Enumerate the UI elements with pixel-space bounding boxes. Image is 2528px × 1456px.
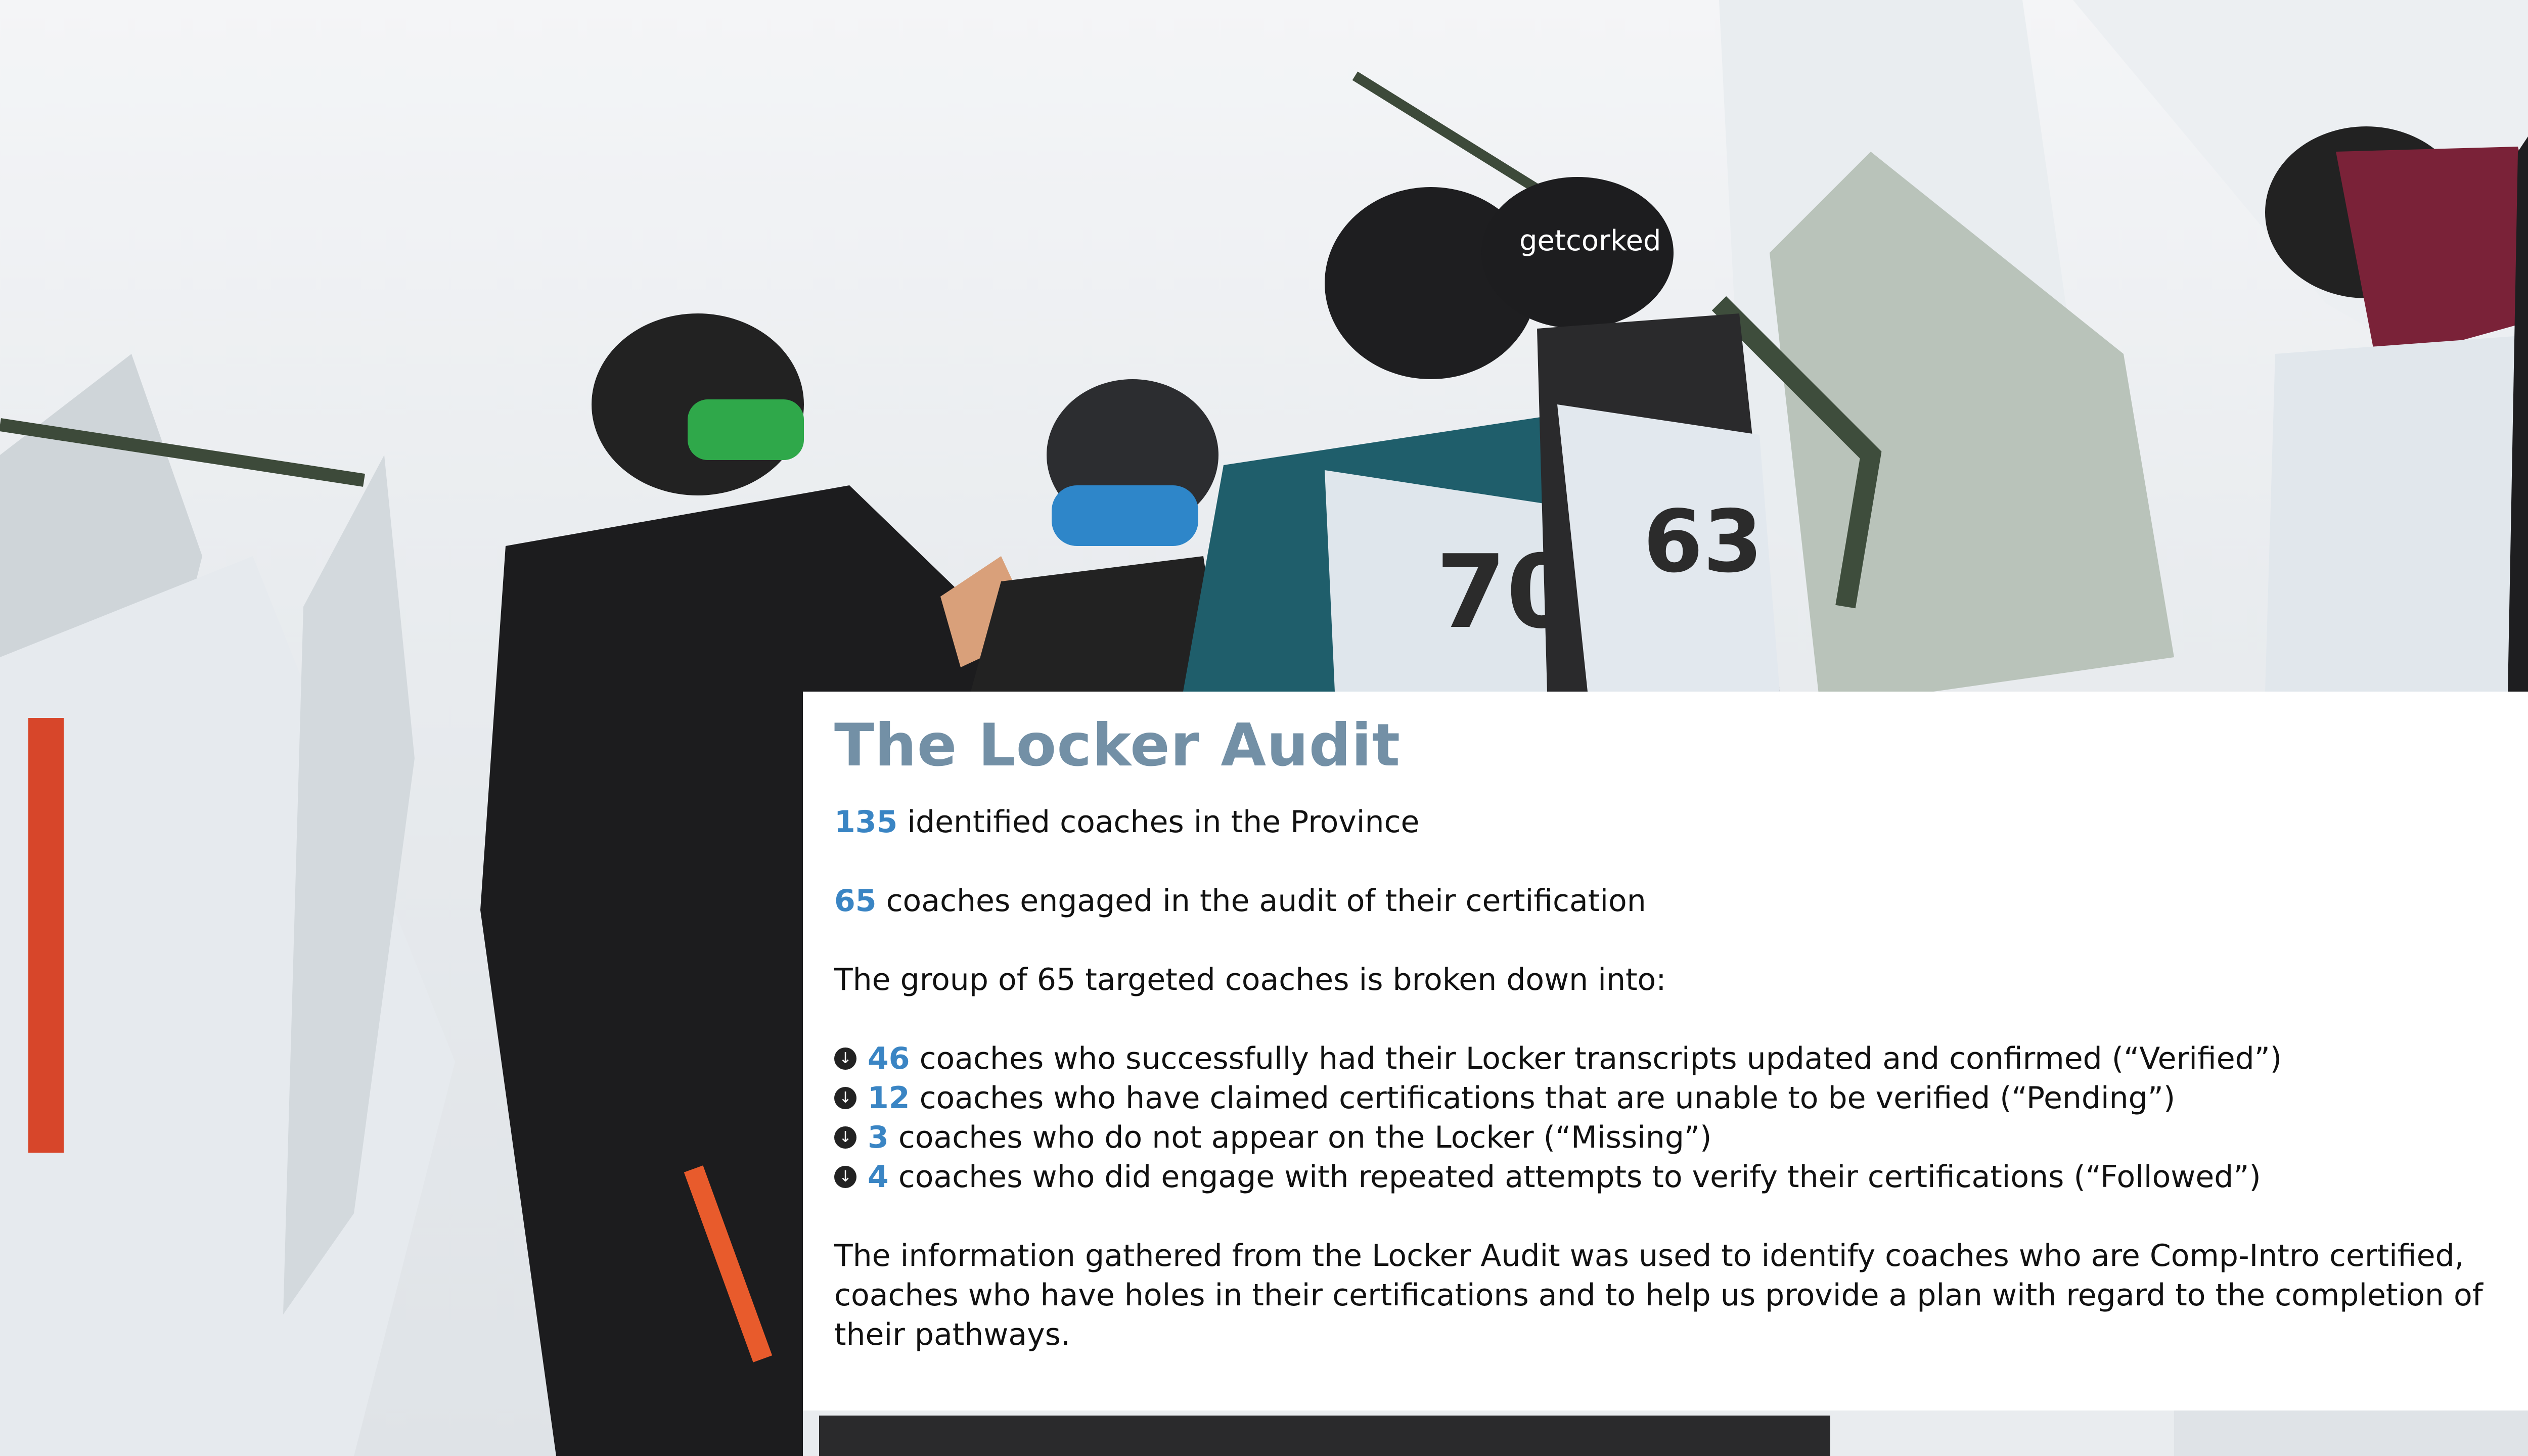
svg-text:getcorked: getcorked [1519,224,1661,257]
page-title: The Locker Audit [834,711,1401,780]
stat-identified-coaches: 135 identified coaches in the Province [834,802,2508,842]
bullet-pending: ↓ 12 coaches who have claimed certificat… [834,1078,2508,1118]
bullet-number: 12 [868,1080,910,1116]
stat-number: 135 [834,804,898,840]
breakdown-intro: The group of 65 targeted coaches is brok… [834,962,1666,998]
locker-audit-card: The Locker Audit 135 identified coaches … [803,692,2528,1410]
stat-label: identified coaches in the Province [897,804,1420,840]
bullet-followed: ↓ 4 coaches who did engage with repeated… [834,1157,2508,1197]
bullet-missing: ↓ 3 coaches who do not appear on the Loc… [834,1118,2508,1157]
stat-number: 65 [834,883,877,919]
bullet-number: 4 [868,1159,889,1195]
svg-text:63: 63 [1643,492,1763,592]
bullet-label: coaches who have claimed certifications … [910,1080,2176,1116]
bullet-label: coaches who do not appear on the Locker … [888,1120,1712,1156]
bullet-number: 46 [868,1041,910,1077]
bullet-number: 3 [868,1120,889,1156]
bullet-verified: ↓ 46 coaches who successfully had their … [834,1039,2508,1078]
arrow-circle-icon: ↓ [834,1048,856,1070]
arrow-circle-icon: ↓ [834,1166,856,1189]
stat-label: coaches engaged in the audit of their ce… [876,883,1646,919]
arrow-circle-icon: ↓ [834,1087,856,1110]
stat-engaged-coaches: 65 coaches engaged in the audit of their… [834,881,2508,921]
conclusion-paragraph: The information gathered from the Locker… [834,1238,2483,1353]
bullet-label: coaches who did engage with repeated att… [888,1159,2261,1195]
arrow-circle-icon: ↓ [834,1126,856,1149]
bullet-label: coaches who successfully had their Locke… [910,1041,2282,1077]
